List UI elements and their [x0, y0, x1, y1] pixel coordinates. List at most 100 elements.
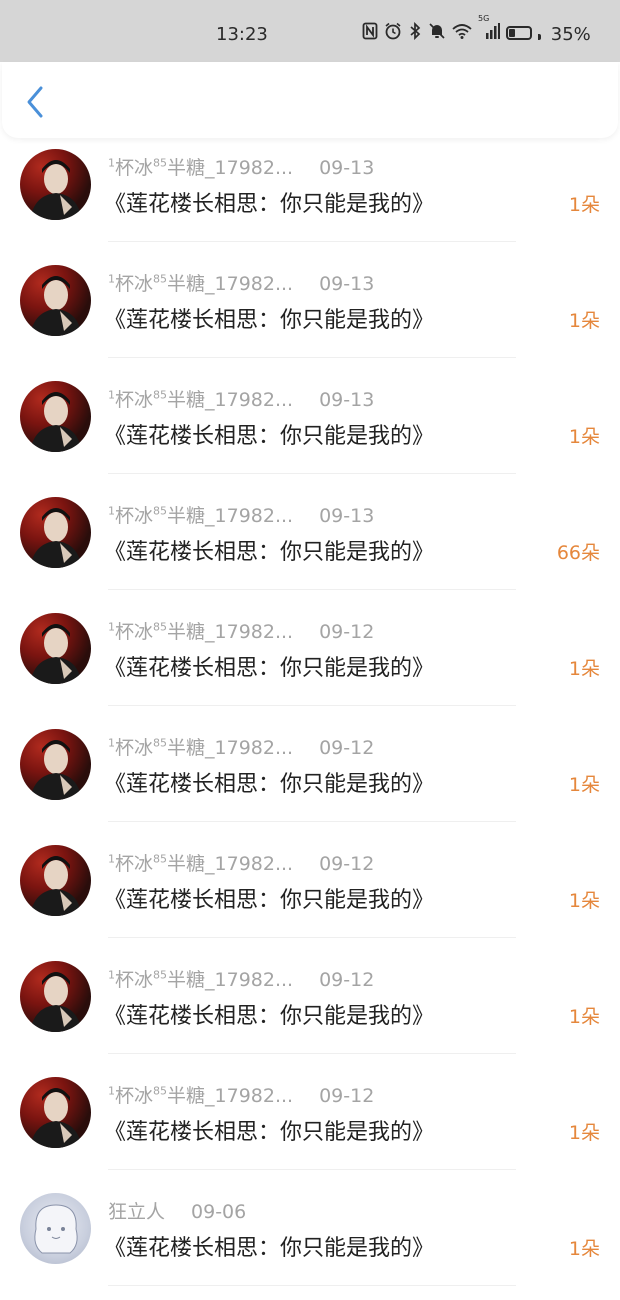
gift-count: 1朵 [568, 774, 600, 796]
avatar[interactable] [20, 729, 91, 800]
gift-count: 1朵 [568, 426, 600, 448]
avatar[interactable] [20, 1077, 91, 1148]
divider [108, 1169, 516, 1170]
user-name-main: 杯冰 [115, 737, 154, 759]
user-name: 1杯冰85半糖_17982... [108, 269, 293, 296]
user-name-rest: 半糖_17982... [167, 969, 294, 991]
nfc-icon [362, 22, 378, 48]
item-date: 09-13 [319, 273, 375, 295]
item-title: 《莲花楼长相思：你只能是我的》 [104, 1236, 435, 1261]
avatar[interactable] [20, 961, 91, 1032]
wifi-icon [452, 22, 472, 48]
list-item[interactable]: 狂立人 09-06 《莲花楼长相思：你只能是我的》 1朵 [0, 1184, 620, 1300]
list-item[interactable]: 1杯冰85半糖_17982... 09-12 《莲花楼长相思：你只能是我的》 1朵 [0, 604, 620, 720]
list-item[interactable]: 1杯冰85半糖_17982... 09-12 《莲花楼长相思：你只能是我的》 1朵 [0, 952, 620, 1068]
list-item[interactable]: 1杯冰85半糖_17982... 09-13 《莲花楼长相思：你只能是我的》 1朵 [0, 140, 620, 256]
status-time: 13:23 [216, 24, 268, 45]
header-bar [2, 62, 618, 138]
user-name-sup: 85 [153, 388, 168, 402]
battery-percent: 35% [550, 24, 591, 45]
user-name: 1杯冰85半糖_17982... [108, 965, 293, 992]
item-title: 《莲花楼长相思：你只能是我的》 [104, 192, 435, 217]
list-item[interactable]: 1杯冰85半糖_17982... 09-13 《莲花楼长相思：你只能是我的》 66朵 [0, 488, 620, 604]
divider [108, 241, 516, 242]
item-date: 09-12 [319, 1085, 375, 1107]
gift-count: 1朵 [568, 194, 600, 216]
divider [108, 705, 516, 706]
avatar[interactable] [20, 613, 91, 684]
gift-count: 1朵 [568, 1238, 600, 1260]
list-item[interactable]: 1杯冰85半糖_17982... 09-13 《莲花楼长相思：你只能是我的》 1朵 [0, 256, 620, 372]
gift-record-list: 1杯冰85半糖_17982... 09-13 《莲花楼长相思：你只能是我的》 1朵 1杯… [0, 140, 620, 1300]
divider [108, 589, 516, 590]
divider [108, 821, 516, 822]
item-date: 09-13 [319, 389, 375, 411]
alarm-icon [384, 22, 402, 48]
user-name: 1杯冰85半糖_17982... [108, 849, 293, 876]
user-name: 1杯冰85半糖_17982... [108, 1081, 293, 1108]
user-name-prefix: 1 [108, 504, 115, 518]
list-item[interactable]: 1杯冰85半糖_17982... 09-12 《莲花楼长相思：你只能是我的》 1朵 [0, 720, 620, 836]
user-name-sup: 85 [153, 156, 168, 170]
list-item[interactable]: 1杯冰85半糖_17982... 09-13 《莲花楼长相思：你只能是我的》 1朵 [0, 372, 620, 488]
user-name-rest: 半糖_17982... [167, 273, 294, 295]
user-name-sup: 85 [153, 620, 168, 634]
signal-icon: 5G [478, 14, 500, 48]
item-meta: 1杯冰85半糖_17982... 09-12 [108, 733, 374, 759]
user-name-sup: 85 [153, 852, 168, 866]
avatar[interactable] [20, 265, 91, 336]
user-name: 狂立人 [108, 1197, 165, 1224]
item-title: 《莲花楼长相思：你只能是我的》 [104, 308, 435, 333]
divider [108, 357, 516, 358]
item-date: 09-12 [319, 737, 375, 759]
item-date: 09-06 [191, 1201, 247, 1223]
user-name-main: 杯冰 [115, 389, 154, 411]
user-name-main: 杯冰 [115, 157, 154, 179]
item-meta: 狂立人 09-06 [108, 1197, 246, 1223]
gift-count: 66朵 [556, 542, 600, 564]
item-date: 09-12 [319, 853, 375, 875]
item-meta: 1杯冰85半糖_17982... 09-13 [108, 501, 374, 527]
item-date: 09-13 [319, 505, 375, 527]
divider [108, 1053, 516, 1054]
user-name-rest: 半糖_17982... [167, 505, 294, 527]
battery-icon [506, 22, 541, 48]
divider [108, 473, 516, 474]
user-name-rest: 半糖_17982... [167, 1085, 294, 1107]
user-name-main: 杯冰 [115, 853, 154, 875]
user-name: 1杯冰85半糖_17982... [108, 153, 293, 180]
gift-count: 1朵 [568, 310, 600, 332]
user-name-rest: 半糖_17982... [167, 389, 294, 411]
item-title: 《莲花楼长相思：你只能是我的》 [104, 1120, 435, 1145]
user-name-main: 杯冰 [115, 1085, 154, 1107]
avatar[interactable] [20, 497, 91, 568]
chevron-left-icon [27, 86, 43, 118]
list-item[interactable]: 1杯冰85半糖_17982... 09-12 《莲花楼长相思：你只能是我的》 1朵 [0, 836, 620, 952]
divider [108, 1285, 516, 1286]
item-date: 09-12 [319, 969, 375, 991]
user-name-rest: 半糖_17982... [167, 853, 294, 875]
avatar[interactable] [20, 845, 91, 916]
user-name-prefix: 1 [108, 736, 115, 750]
status-icons: 5G 35% [362, 14, 591, 48]
status-bar: 13:23 5G 35% [0, 0, 620, 62]
user-name-sup: 85 [153, 272, 168, 286]
user-name-main: 杯冰 [115, 969, 154, 991]
gift-count: 1朵 [568, 1006, 600, 1028]
avatar[interactable] [20, 149, 91, 220]
list-item[interactable]: 1杯冰85半糖_17982... 09-12 《莲花楼长相思：你只能是我的》 1朵 [0, 1068, 620, 1184]
user-name-prefix: 1 [108, 968, 115, 982]
avatar[interactable] [20, 381, 91, 452]
user-name-prefix: 1 [108, 1084, 115, 1098]
user-name: 1杯冰85半糖_17982... [108, 617, 293, 644]
user-name-main: 杯冰 [115, 273, 154, 295]
avatar[interactable] [20, 1193, 91, 1264]
user-name-rest: 半糖_17982... [167, 621, 294, 643]
user-name: 1杯冰85半糖_17982... [108, 733, 293, 760]
item-title: 《莲花楼长相思：你只能是我的》 [104, 1004, 435, 1029]
item-meta: 1杯冰85半糖_17982... 09-12 [108, 617, 374, 643]
item-title: 《莲花楼长相思：你只能是我的》 [104, 540, 435, 565]
back-button[interactable] [20, 84, 50, 120]
user-name-prefix: 1 [108, 852, 115, 866]
item-date: 09-12 [319, 621, 375, 643]
